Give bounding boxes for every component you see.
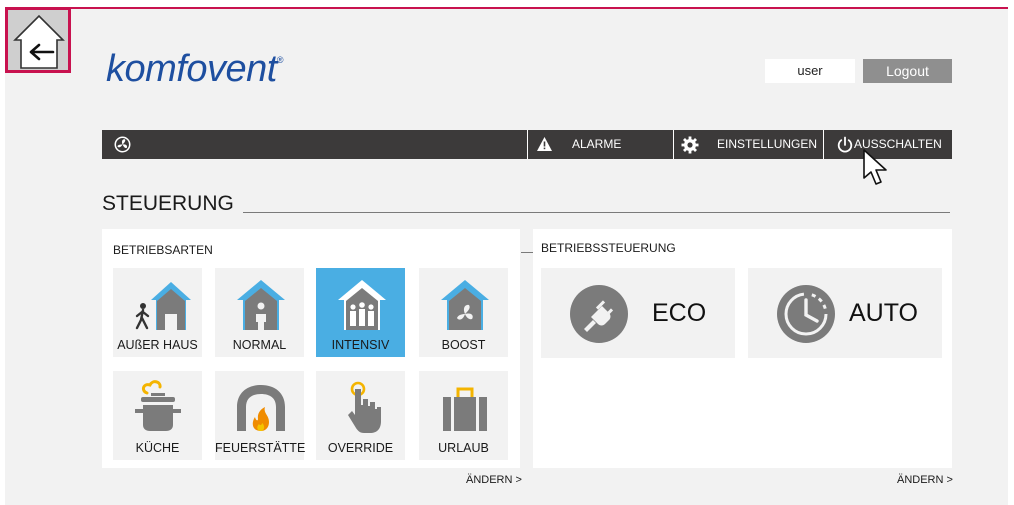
kitchen-pot-icon <box>135 380 181 431</box>
mode-tile-override[interactable]: OVERRIDE <box>316 371 405 460</box>
nav-settings[interactable]: EINSTELLUNGEN <box>673 130 823 159</box>
home-back-icon <box>13 14 65 69</box>
control-tile-label: ECO <box>652 299 707 327</box>
brand-mark: ® <box>276 55 284 66</box>
mode-tile-holiday[interactable]: URLAUB <box>419 371 508 460</box>
control-panel: BETRIEBSSTEUERUNG ECO AUTO <box>533 229 952 468</box>
nav-alarms[interactable]: ALARME <box>527 130 673 159</box>
auto-clock-icon <box>777 285 835 343</box>
section-title: STEUERUNG <box>102 192 234 215</box>
control-tile-label: AUTO <box>849 299 918 327</box>
mode-tile-intensive[interactable]: INTENSIV <box>316 268 405 357</box>
fireplace-icon <box>237 385 285 431</box>
mode-tile-label: URLAUB <box>438 441 489 455</box>
override-hand-icon <box>348 381 381 433</box>
mode-tile-label: KÜCHE <box>135 441 180 455</box>
suitcase-icon <box>443 387 487 431</box>
top-navbar: ALARME EINSTELLUNGEN AUSSCHALTEN <box>102 130 952 159</box>
mode-tile-kitchen[interactable]: KÜCHE <box>113 371 202 460</box>
modes-panel-label: BETRIEBSARTEN <box>113 243 213 257</box>
mode-tile-label: AUßER HAUS <box>117 338 198 352</box>
control-tile-auto[interactable]: AUTO <box>748 268 942 358</box>
section-divider <box>243 212 950 213</box>
eco-plug-icon <box>570 285 628 343</box>
control-panel-label: BETRIEBSSTEUERUNG <box>541 241 676 255</box>
control-tile-eco[interactable]: ECO <box>541 268 735 358</box>
brand-logo: komfovent® <box>106 48 283 91</box>
mode-tile-boost[interactable]: BOOST <box>419 268 508 357</box>
mode-tile-label: OVERRIDE <box>327 441 394 455</box>
intensive-home-icon <box>338 280 386 330</box>
power-icon <box>837 136 853 153</box>
away-home-icon <box>135 282 191 330</box>
fan-icon[interactable] <box>114 136 131 153</box>
gear-icon <box>681 136 699 154</box>
mouse-pointer-icon <box>863 149 887 185</box>
mode-tile-label: BOOST <box>441 338 486 352</box>
mode-tile-away[interactable]: AUßER HAUS <box>113 268 202 357</box>
nav-settings-label: EINSTELLUNGEN <box>717 137 818 151</box>
panel-divider <box>521 252 533 253</box>
mode-tile-label: NORMAL <box>232 338 287 352</box>
user-name: user <box>765 59 855 83</box>
mode-tile-label: FEUERSTÄTTE <box>215 441 306 455</box>
boost-fan-home-icon <box>441 280 489 330</box>
mode-tile-fireplace[interactable]: FEUERSTÄTTE <box>215 371 306 460</box>
modes-change-link[interactable]: ÄNDERN > <box>466 474 522 486</box>
warning-icon <box>537 137 552 151</box>
mode-tile-normal[interactable]: NORMAL <box>215 268 304 357</box>
control-change-link[interactable]: ÄNDERN > <box>897 474 953 486</box>
normal-home-icon <box>237 280 285 330</box>
nav-alarms-label: ALARME <box>572 137 622 151</box>
home-back-button[interactable] <box>5 7 71 73</box>
logout-button[interactable]: Logout <box>863 59 952 83</box>
modes-panel: BETRIEBSARTEN AUßER HAUS NORMAL INTENSIV… <box>102 229 520 468</box>
brand-name: komfovent <box>106 48 277 90</box>
mode-tile-label: INTENSIV <box>331 338 390 352</box>
